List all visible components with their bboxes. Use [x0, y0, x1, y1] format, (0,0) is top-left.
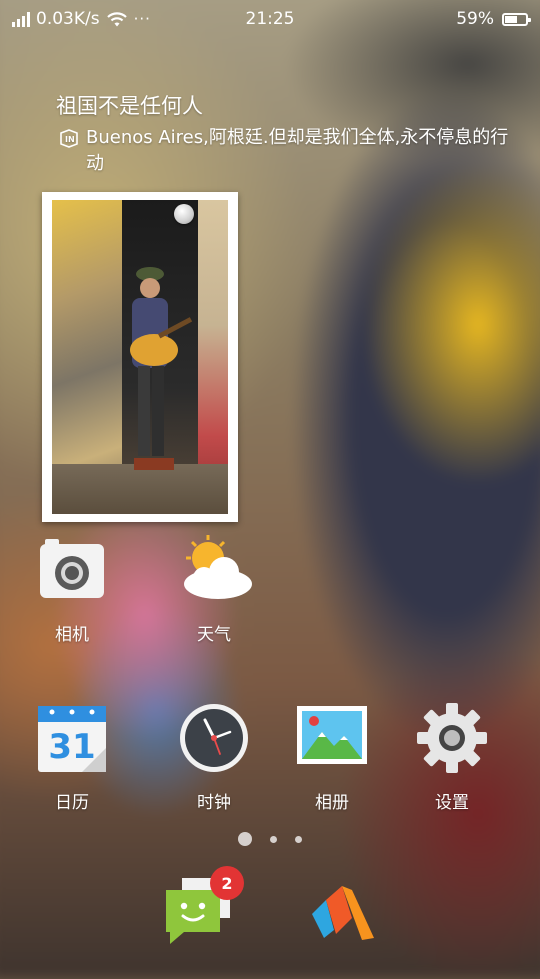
unread-badge: 2	[210, 866, 244, 900]
battery-percent: 59%	[456, 9, 494, 29]
app-label: 相机	[55, 625, 89, 645]
app-clock[interactable]: 时钟	[164, 702, 264, 813]
dock-messages-app[interactable]: 2	[160, 866, 244, 952]
dock-browser-app[interactable]	[306, 878, 386, 958]
calendar-icon: 31	[36, 702, 108, 774]
page-dot-active[interactable]	[238, 832, 252, 846]
app-calendar[interactable]: 31 日历	[22, 702, 122, 813]
battery-icon	[502, 12, 531, 26]
clock-icon	[178, 702, 250, 774]
gallery-icon	[296, 702, 368, 774]
camera-icon	[36, 534, 108, 606]
clock-time: 21:25	[245, 9, 295, 29]
photo-widget-image	[52, 200, 228, 514]
app-gallery[interactable]: 相册	[282, 702, 382, 813]
page-indicator[interactable]	[0, 832, 540, 846]
browser-icon	[312, 886, 374, 940]
app-label: 相册	[315, 793, 349, 813]
page-dot[interactable]	[295, 835, 302, 843]
app-settings[interactable]: 设置	[402, 702, 502, 813]
magazine-icon: IN	[60, 129, 78, 148]
wallpaper-caption: Buenos Aires,阿根廷.但却是我们全体,永不停息的行动	[86, 127, 509, 174]
app-label: 设置	[435, 793, 469, 813]
calendar-day: 31	[48, 727, 95, 767]
app-label: 天气	[197, 625, 231, 645]
svg-text:IN: IN	[65, 135, 75, 144]
wallpaper-headline[interactable]: 祖国不是任何人	[56, 90, 203, 120]
app-weather[interactable]: 天气	[164, 534, 264, 645]
photo-widget[interactable]	[42, 192, 238, 522]
app-label: 时钟	[197, 793, 231, 813]
page-dot[interactable]	[270, 835, 277, 843]
app-camera[interactable]: 相机	[22, 534, 122, 645]
app-label: 日历	[55, 793, 89, 813]
wallpaper-caption-row[interactable]: IN Buenos Aires,阿根廷.但却是我们全体,永不停息的行动	[58, 125, 513, 177]
settings-gear-icon	[416, 702, 488, 774]
weather-icon	[178, 534, 252, 606]
status-bar: 0.03K/s ··· 21:25 59%	[0, 0, 540, 38]
photo-widget-toggle[interactable]	[174, 204, 194, 224]
